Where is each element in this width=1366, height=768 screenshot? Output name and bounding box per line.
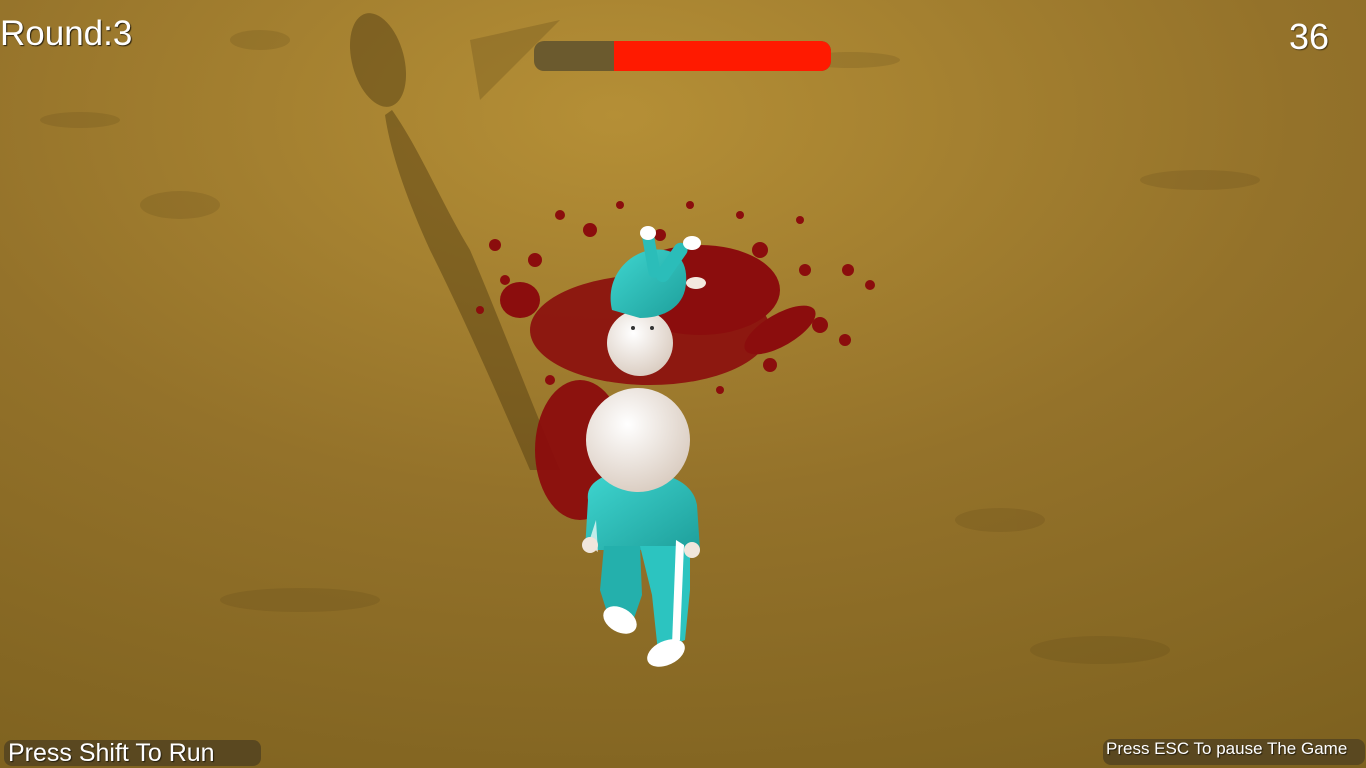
round-counter: Round:3 (0, 14, 133, 53)
countdown-timer: 36 (1288, 16, 1329, 57)
health-bar-fill (614, 41, 831, 71)
game-scene (0, 0, 1366, 768)
health-bar (534, 41, 831, 71)
run-hint: Press Shift To Run (4, 740, 261, 766)
pause-hint: Press ESC To pause The Game (1103, 739, 1365, 765)
